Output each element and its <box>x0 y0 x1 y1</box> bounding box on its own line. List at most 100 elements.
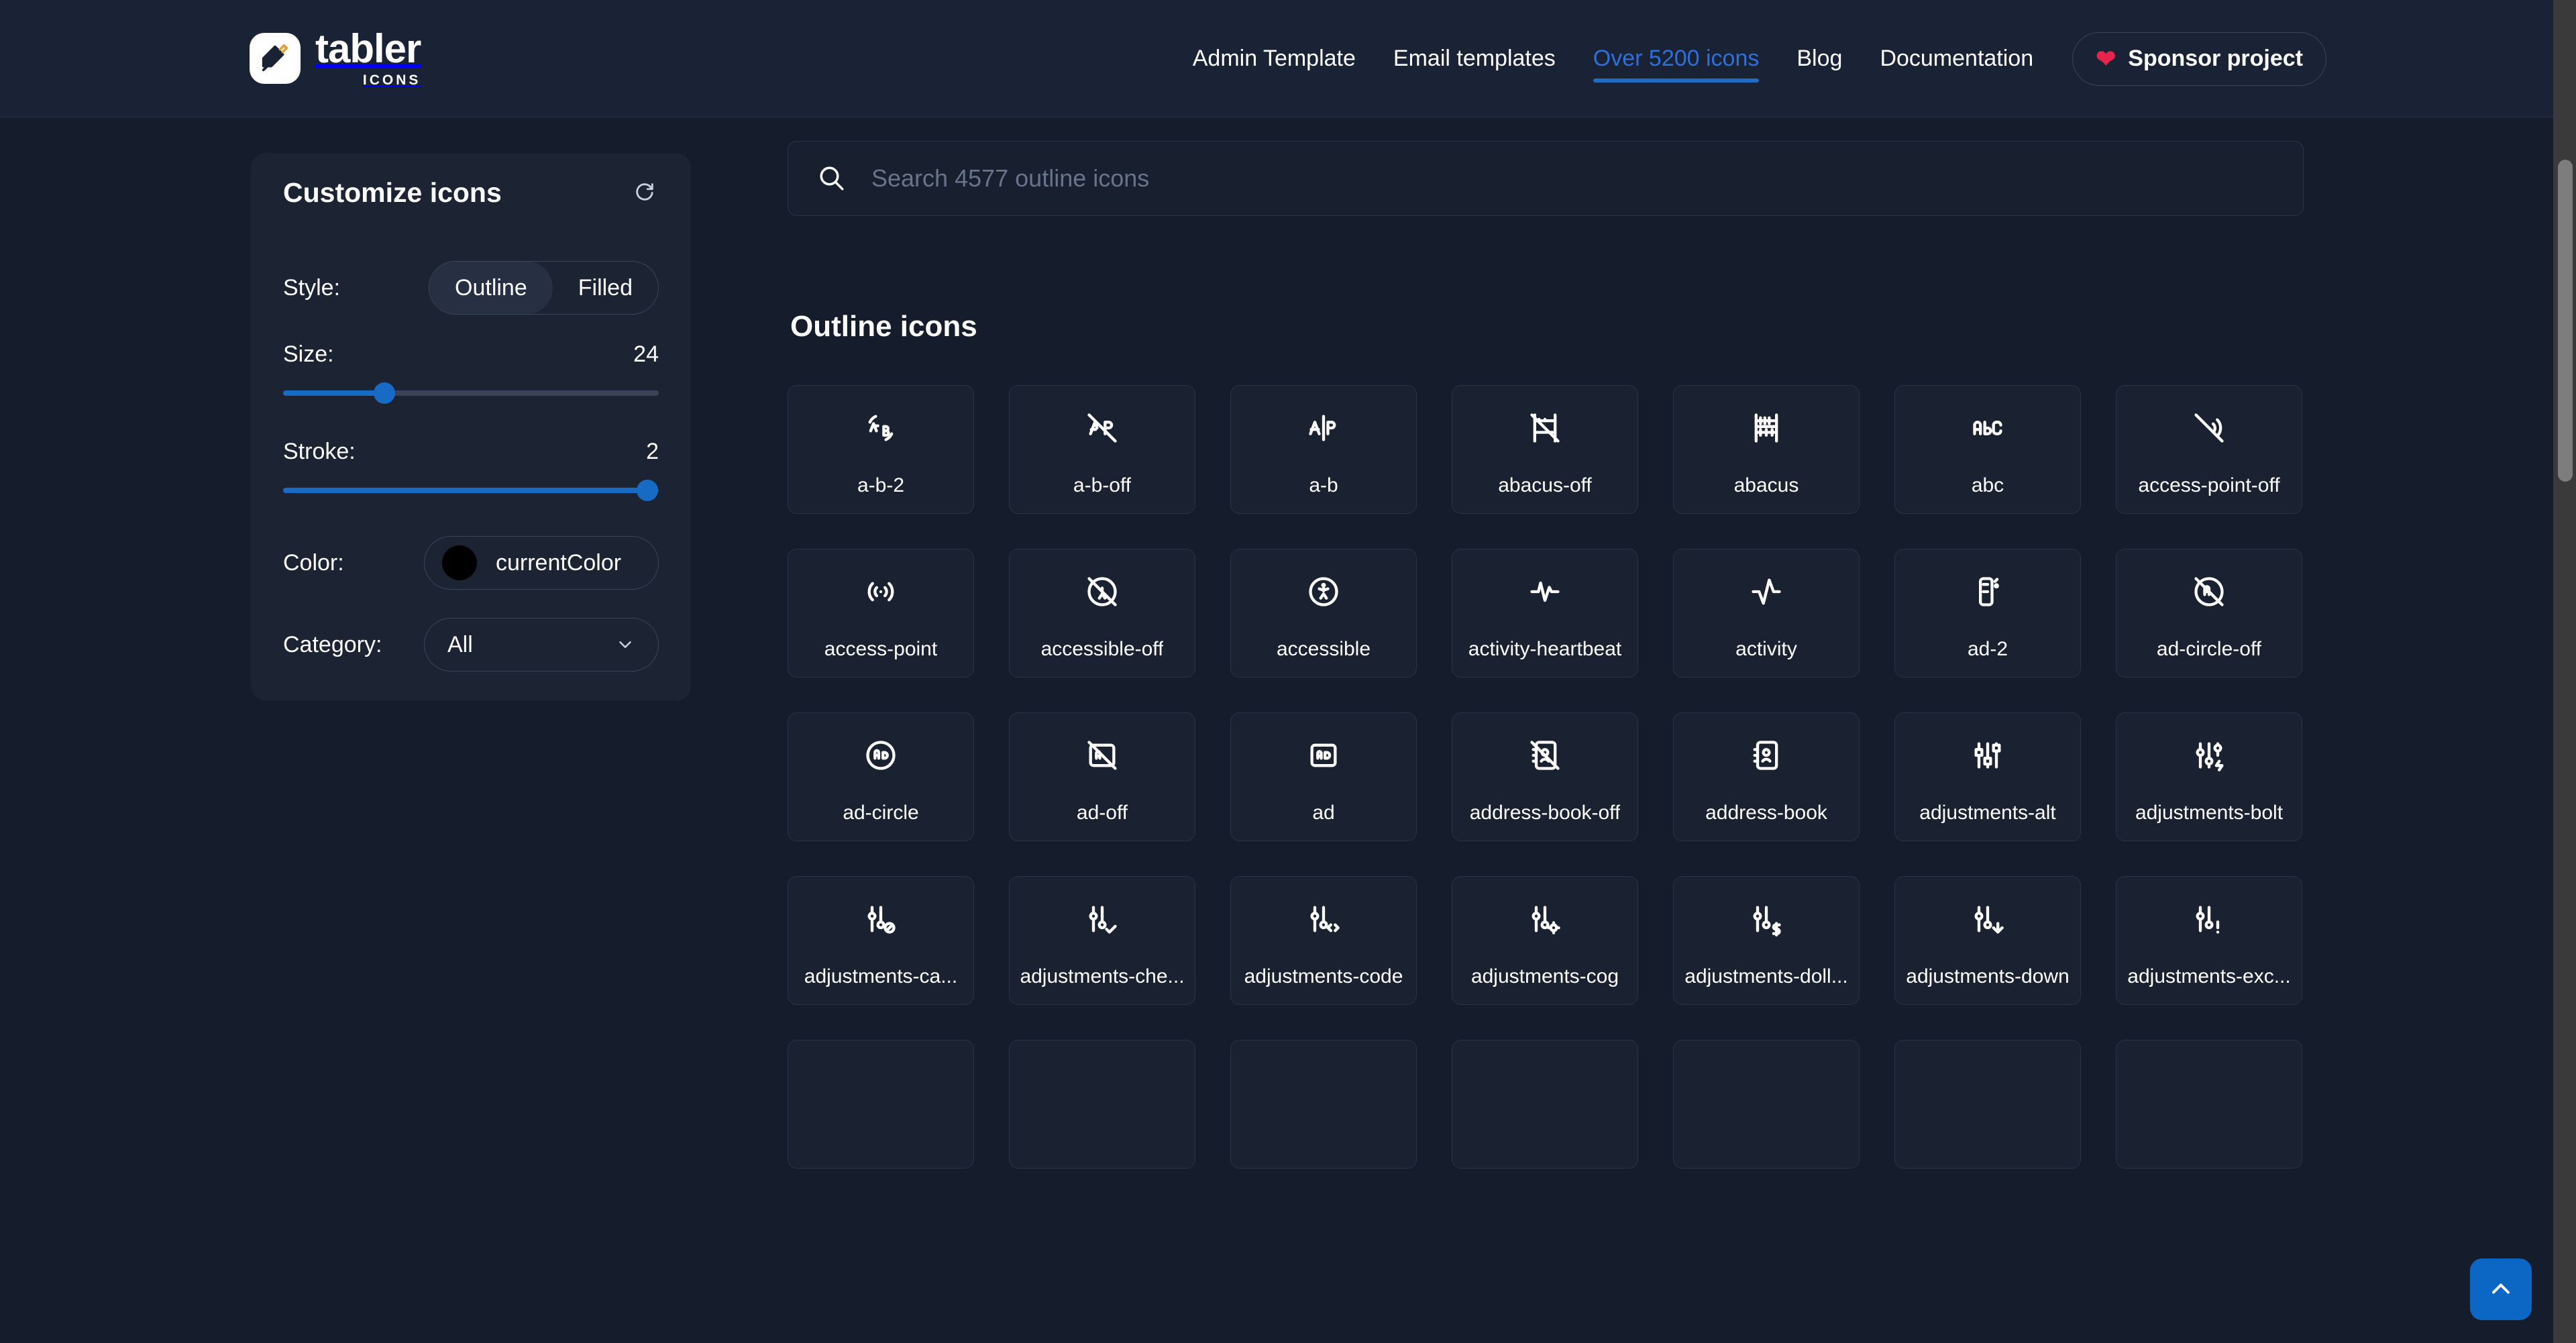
search-input[interactable] <box>871 164 2273 193</box>
icon-card-label: ad-2 <box>1968 638 2008 661</box>
icon-card[interactable]: a-b-2 <box>788 385 974 514</box>
adjustments-exclamation-icon <box>2192 893 2226 945</box>
size-slider[interactable] <box>283 380 659 407</box>
ad-off-icon <box>1085 729 1120 782</box>
icon-card[interactable]: abc <box>1894 385 2081 514</box>
icon-card[interactable]: ad-circle-off <box>2116 549 2302 678</box>
icon-card[interactable]: accessible <box>1230 549 1417 678</box>
ad-icon <box>1306 729 1341 782</box>
size-row: Size: 24 <box>283 341 659 368</box>
icon-card[interactable]: ad <box>1230 712 1417 841</box>
icon-card[interactable]: adjustments-che... <box>1009 876 1195 1005</box>
icon-card[interactable] <box>1009 1040 1195 1169</box>
icon-card[interactable] <box>1673 1040 1860 1169</box>
activity-heartbeat-icon <box>1527 566 1562 618</box>
icon-card-label: abc <box>1972 474 2004 497</box>
icon-card-label: activity <box>1735 638 1797 661</box>
icon-card-label: address-book-off <box>1470 802 1621 824</box>
activity-icon <box>1749 566 1784 618</box>
icon-card-label: adjustments-alt <box>1919 802 2055 824</box>
stroke-slider[interactable] <box>283 477 659 504</box>
icon-card-label: address-book <box>1705 802 1827 824</box>
icon-card-label: adjustments-che... <box>1020 965 1184 988</box>
icon-card[interactable] <box>2116 1040 2302 1169</box>
abc-icon <box>1970 402 2005 454</box>
icon-card[interactable]: abacus <box>1673 385 1860 514</box>
scroll-to-top-button[interactable] <box>2470 1258 2532 1320</box>
brand-logo-link[interactable]: tabler ICONS <box>250 29 421 87</box>
icon-card[interactable]: adjustments-bolt <box>2116 712 2302 841</box>
size-slider-thumb[interactable] <box>374 382 395 404</box>
category-value: All <box>447 632 473 658</box>
stroke-row: Stroke: 2 <box>283 439 659 465</box>
icon-card[interactable] <box>1894 1040 2081 1169</box>
icon-card[interactable]: a-b-off <box>1009 385 1195 514</box>
address-book-off-icon <box>1527 729 1562 782</box>
icon-card[interactable]: adjustments-doll... <box>1673 876 1860 1005</box>
icon-card[interactable]: accessible-off <box>1009 549 1195 678</box>
icon-card[interactable]: activity <box>1673 549 1860 678</box>
abacus-icon <box>1749 402 1784 454</box>
nav-item-admin-template[interactable]: Admin Template <box>1174 0 1375 117</box>
category-select[interactable]: All <box>424 618 659 672</box>
icon-card[interactable]: adjustments-exc... <box>2116 876 2302 1005</box>
icon-card[interactable]: ad-2 <box>1894 549 2081 678</box>
icon-card-label: adjustments-down <box>1906 965 2069 988</box>
icon-card[interactable]: adjustments-cog <box>1452 876 1638 1005</box>
icon-card[interactable]: ad-off <box>1009 712 1195 841</box>
icon-card[interactable]: access-point-off <box>2116 385 2302 514</box>
icon-card[interactable] <box>788 1040 974 1169</box>
size-value: 24 <box>633 341 659 368</box>
icon-card-label: a-b-2 <box>857 474 904 497</box>
icon-card[interactable]: adjustments-ca... <box>788 876 974 1005</box>
icon-card[interactable]: address-book <box>1673 712 1860 841</box>
color-value: currentColor <box>496 550 621 576</box>
icon-card-label: access-point <box>824 638 937 661</box>
style-row: Style: Outline Filled <box>283 261 659 315</box>
scrollbar-thumb[interactable] <box>2558 160 2573 482</box>
stroke-label: Stroke: <box>283 439 356 465</box>
icon-card[interactable]: abacus-off <box>1452 385 1638 514</box>
adjustments-dollar-icon <box>1749 893 1784 945</box>
color-picker[interactable]: currentColor <box>424 536 659 590</box>
icon-card[interactable] <box>1452 1040 1638 1169</box>
icon-card-label: adjustments-doll... <box>1684 965 1847 988</box>
nav-item-email-templates[interactable]: Email templates <box>1375 0 1574 117</box>
size-label: Size: <box>283 341 334 368</box>
search-icon <box>818 164 846 193</box>
nav-item-blog[interactable]: Blog <box>1778 0 1861 117</box>
adjustments-alt-icon <box>1970 729 2005 782</box>
icon-card[interactable]: ad-circle <box>788 712 974 841</box>
stroke-value: 2 <box>646 439 659 465</box>
style-segmented-control: Outline Filled <box>429 261 659 315</box>
ad-circle-icon <box>863 729 898 782</box>
category-row: Category: All <box>283 618 659 672</box>
reset-button[interactable] <box>631 178 659 208</box>
icon-card[interactable]: access-point <box>788 549 974 678</box>
panel-header: Customize icons <box>283 177 659 209</box>
adjustments-down-icon <box>1970 893 2005 945</box>
main-content: Outline icons a-b-2a-b-offa-babacus-offa… <box>788 141 2304 1169</box>
icon-card-label: ad-circle <box>843 802 918 824</box>
heart-icon: ❤ <box>2096 47 2116 71</box>
icon-card-label: adjustments-bolt <box>2135 802 2283 824</box>
sponsor-project-button[interactable]: ❤ Sponsor project <box>2072 32 2326 86</box>
icon-card[interactable]: activity-heartbeat <box>1452 549 1638 678</box>
icon-card[interactable]: a-b <box>1230 385 1417 514</box>
icon-card[interactable]: adjustments-down <box>1894 876 2081 1005</box>
icon-card[interactable]: adjustments-code <box>1230 876 1417 1005</box>
pen-nib-icon <box>250 33 301 84</box>
panel-title: Customize icons <box>283 177 502 209</box>
brand-subtitle: ICONS <box>315 73 421 87</box>
style-option-filled[interactable]: Filled <box>553 261 658 315</box>
nav-item-documentation[interactable]: Documentation <box>1861 0 2052 117</box>
style-option-outline[interactable]: Outline <box>429 261 553 315</box>
stroke-slider-thumb[interactable] <box>637 480 658 501</box>
page-scrollbar[interactable] <box>2553 0 2576 1343</box>
icon-card[interactable]: adjustments-alt <box>1894 712 2081 841</box>
icon-card[interactable]: address-book-off <box>1452 712 1638 841</box>
icon-grid: a-b-2 a-b-off a-b abacus-off abacus abc access… <box>788 385 2304 1169</box>
nav-item-icons[interactable]: Over 5200 icons <box>1574 0 1778 117</box>
icon-card[interactable] <box>1230 1040 1417 1169</box>
search-bar[interactable] <box>788 141 2304 216</box>
